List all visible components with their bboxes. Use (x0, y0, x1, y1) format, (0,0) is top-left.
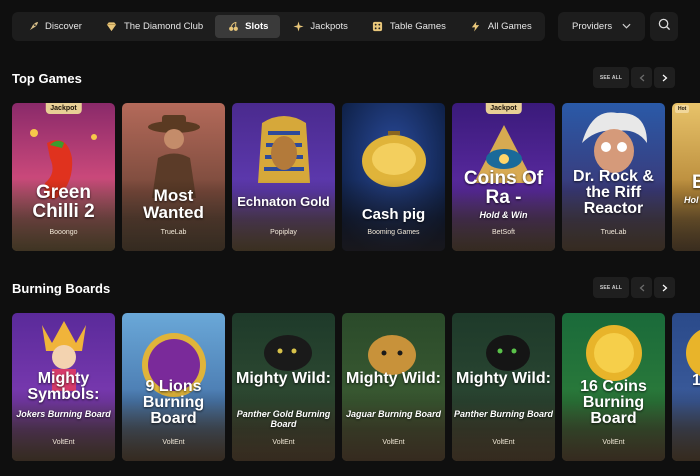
game-subtitle: Jokers Burning Board (16, 409, 111, 419)
game-title: 1 B (692, 372, 700, 389)
game-subtitle: Hold & Win (479, 210, 528, 220)
game-subtitle: Jaguar Burning Board (345, 409, 441, 419)
game-card[interactable]: Jackpot Coins Of Ra - Hold & Win BetSoft (452, 103, 555, 251)
cherries-icon (227, 21, 239, 33)
game-card[interactable]: Mighty Wild: Jaguar Burning Board VoltEn… (342, 313, 445, 461)
game-provider: BetSoft (492, 229, 515, 236)
game-title: Coins Of Ra - (463, 168, 544, 208)
game-provider: VoltEnt (382, 439, 405, 446)
game-card[interactable]: Mighty Wild: Panther Gold Burning Board … (232, 313, 335, 461)
nav-label: Jackpots (310, 21, 348, 32)
chevron-right-icon (662, 74, 667, 81)
prev-button[interactable] (631, 67, 652, 88)
game-title: Echnaton Gold (237, 194, 330, 209)
nav-label: Discover (45, 21, 82, 32)
game-title: Green Chilli 2 (32, 182, 95, 222)
jackpot-badge: Jackpot (45, 103, 82, 114)
nav-label: All Games (487, 21, 532, 32)
game-title: Mighty Symbols: (27, 370, 100, 403)
game-title: Cash pig (361, 206, 426, 223)
game-title: 9 Lions Burning Board (142, 378, 205, 427)
game-subtitle: Panther Burning Board (454, 409, 554, 419)
game-title: Most Wanted (143, 186, 204, 222)
search-icon (658, 18, 671, 36)
game-card[interactable]: Dr. Rock & the Riff Reactor TrueLab (562, 103, 665, 251)
top-games-controls: SEE ALL (593, 67, 675, 88)
game-title: Mighty Wild: (236, 370, 331, 387)
game-provider: TrueLab (600, 229, 627, 236)
providers-dropdown[interactable]: Providers (558, 12, 645, 41)
hot-badge: Hot (675, 105, 690, 113)
chevron-right-icon (662, 284, 667, 291)
jackpot-badge: Jackpot (485, 103, 522, 114)
game-card[interactable]: Most Wanted TrueLab (122, 103, 225, 251)
rocket-icon (27, 21, 39, 33)
nav-slots[interactable]: Slots (215, 15, 281, 38)
nav-discover[interactable]: Discover (15, 15, 94, 38)
game-provider: VoltEnt (162, 439, 185, 446)
game-card[interactable]: Mighty Wild: Panther Burning Board VoltE… (452, 313, 555, 461)
game-provider: Popiplay (270, 229, 297, 236)
section-title-burning-boards: Burning Boards (12, 281, 111, 296)
game-title: 16 Coins Burning Board (580, 378, 647, 427)
chevron-left-icon (639, 74, 644, 81)
game-subtitle: Panther Gold Burning Board (236, 409, 331, 430)
game-provider: Booongo (49, 229, 78, 236)
game-card[interactable]: Cash pig Booming Games (342, 103, 445, 251)
game-provider: VoltEnt (602, 439, 625, 446)
search-button[interactable] (650, 12, 678, 41)
nav-jackpots[interactable]: Jackpots (280, 15, 360, 38)
see-all-button[interactable]: SEE ALL (593, 277, 629, 298)
game-card[interactable]: Mighty Symbols: Jokers Burning Board Vol… (12, 313, 115, 461)
burning-boards-controls: SEE ALL (593, 277, 675, 298)
providers-label: Providers (572, 21, 613, 32)
category-nav: Discover The Diamond Club Slots Jackpots… (12, 12, 545, 41)
section-title-top-games: Top Games (12, 71, 82, 86)
nav-label: Table Games (389, 21, 446, 32)
game-subtitle: Hol & W (684, 195, 700, 205)
game-card[interactable]: 1 B (672, 313, 700, 461)
top-games-row: Jackpot Green Chilli 2 Booongo Most Want… (12, 103, 700, 253)
game-provider: Booming Games (367, 229, 420, 236)
game-card[interactable]: Echnaton Gold Popiplay (232, 103, 335, 251)
nav-diamond-club[interactable]: The Diamond Club (94, 15, 215, 38)
next-button[interactable] (654, 67, 675, 88)
game-provider: VoltEnt (272, 439, 295, 446)
nav-all-games[interactable]: All Games (458, 15, 544, 38)
prev-button[interactable] (631, 277, 652, 298)
next-button[interactable] (654, 277, 675, 298)
nav-label: Slots (245, 21, 269, 32)
nav-table-games[interactable]: Table Games (360, 15, 458, 38)
game-title: B (692, 172, 700, 193)
game-title: Mighty Wild: (346, 370, 441, 387)
game-card[interactable]: Hot B Hol & W (672, 103, 700, 251)
game-title: Mighty Wild: (456, 370, 551, 387)
nav-label: The Diamond Club (123, 21, 204, 32)
chevron-down-icon (622, 21, 631, 32)
game-card[interactable]: 9 Lions Burning Board VoltEnt (122, 313, 225, 461)
burning-boards-row: Mighty Symbols: Jokers Burning Board Vol… (12, 313, 700, 463)
lightning-icon (470, 21, 482, 33)
game-card[interactable]: 16 Coins Burning Board VoltEnt (562, 313, 665, 461)
game-title: Dr. Rock & the Riff Reactor (573, 168, 654, 217)
game-card[interactable]: Jackpot Green Chilli 2 Booongo (12, 103, 115, 251)
sparkle-icon (292, 21, 304, 33)
diamond-icon (106, 21, 118, 33)
chevron-left-icon (639, 284, 644, 291)
game-provider: TrueLab (160, 229, 187, 236)
game-provider: VoltEnt (492, 439, 515, 446)
game-provider: VoltEnt (52, 439, 75, 446)
dice-icon (372, 21, 384, 33)
see-all-button[interactable]: SEE ALL (593, 67, 629, 88)
